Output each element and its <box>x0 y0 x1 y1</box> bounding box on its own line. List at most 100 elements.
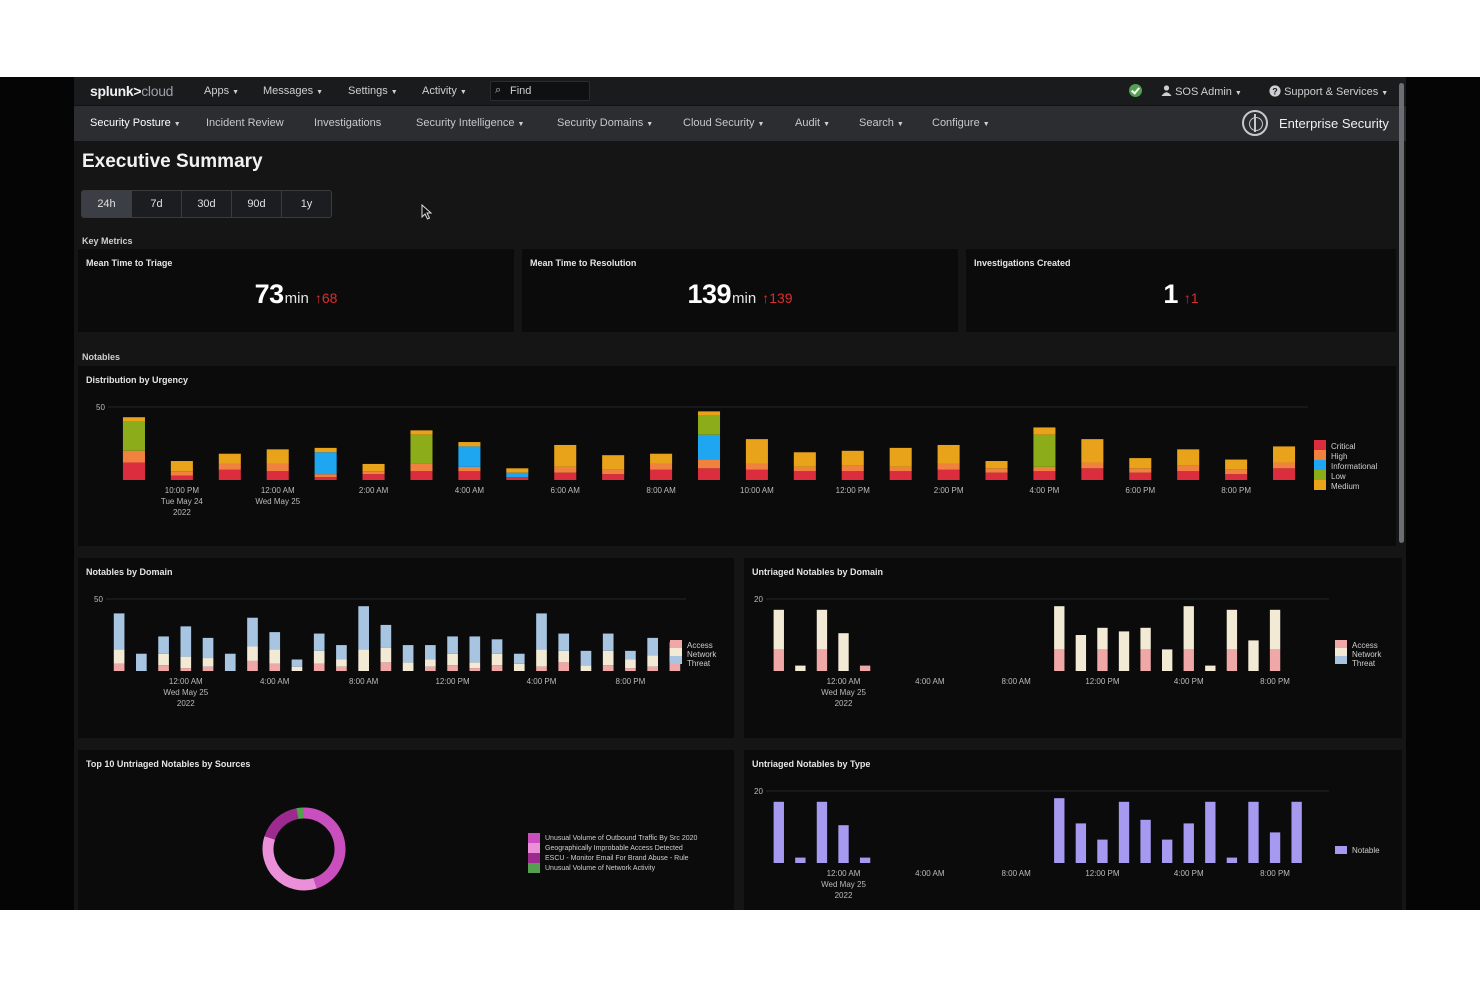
bar-segment <box>1225 474 1248 480</box>
notables-label: Notables <box>82 352 121 362</box>
untriaged-domain-chart: 20 12:00 AM Wed May 25 2022 4:00 AM 8:00 AM 12… <box>754 595 1382 708</box>
legend-label: Network <box>1352 650 1382 659</box>
menu-apps-label: Apps <box>204 85 230 97</box>
nav-label: Search <box>859 117 894 129</box>
x-tick-label: 8:00 PM <box>1221 486 1251 495</box>
bar-segment <box>513 663 525 671</box>
splunk-logo[interactable]: splunk>cloud <box>90 83 173 99</box>
menu-settings[interactable]: Settings ▼ <box>348 85 398 97</box>
range-7d-button[interactable]: 7d <box>132 191 182 217</box>
range-30d-button[interactable]: 30d <box>182 191 232 217</box>
sources-donut-chart: Unusual Volume of Outbound Traffic By Sr… <box>262 807 698 891</box>
nav-audit[interactable]: Audit ▼ <box>795 117 830 129</box>
bar-segment <box>1033 434 1056 467</box>
x-tick-label: 12:00 AM <box>827 869 861 878</box>
find-placeholder: Find <box>510 85 532 97</box>
nav-security-posture[interactable]: Security Posture ▼ <box>90 117 181 129</box>
chevron-down-icon: ▼ <box>517 121 525 128</box>
metric-value: 1 <box>1163 279 1178 309</box>
bar-segment <box>314 452 337 475</box>
bar-segment <box>1097 839 1108 863</box>
legend-swatch <box>670 640 682 648</box>
urgency-chart: 50 10:00 PM Tue May 24 2022 12:00 AM Wed May … <box>96 403 1377 517</box>
bar-segment <box>506 468 529 473</box>
metric-delta-value: 1 <box>1190 290 1199 306</box>
range-1y-button[interactable]: 1y <box>282 191 331 217</box>
bar-segment <box>513 653 525 664</box>
find-input[interactable]: ⌕ Find <box>490 81 590 101</box>
bar-segment <box>291 666 303 671</box>
bar-segment <box>469 662 481 669</box>
svg-text:?: ? <box>1272 86 1278 96</box>
bar-segment <box>202 637 214 659</box>
bar-segment <box>793 452 816 467</box>
bar-segment <box>1075 635 1087 671</box>
x-tick-label: 12:00 AM <box>261 486 295 495</box>
bar-segment <box>358 649 369 671</box>
range-90d-button[interactable]: 90d <box>232 191 282 217</box>
bar-segment <box>410 463 433 472</box>
metric-delta: ↑1 <box>1184 290 1199 306</box>
menu-messages[interactable]: Messages ▼ <box>263 85 323 97</box>
nav-investigations[interactable]: Investigations <box>314 117 381 129</box>
scrollbar[interactable] <box>1399 83 1404 543</box>
bar-segment <box>218 453 241 464</box>
bar-segment <box>269 632 281 650</box>
nav-security-intelligence[interactable]: Security Intelligence ▼ <box>416 117 524 129</box>
bar-segment <box>1081 439 1104 463</box>
bar-segment <box>889 447 912 467</box>
bar-segment <box>841 450 864 466</box>
check-circle-icon[interactable] <box>1129 84 1142 97</box>
bar-segment <box>937 463 960 470</box>
app-name[interactable]: Enterprise Security <box>1279 116 1389 131</box>
bar-segment <box>985 472 1008 480</box>
x-tick-label: 4:00 PM <box>527 677 557 686</box>
nav-cloud-security[interactable]: Cloud Security ▼ <box>683 117 764 129</box>
bar-segment <box>602 469 625 475</box>
key-metrics-label: Key Metrics <box>82 236 133 246</box>
x-tick-label: 12:00 PM <box>435 677 470 686</box>
bar-segment <box>1273 446 1296 463</box>
bar-segment <box>362 463 385 472</box>
nav-configure[interactable]: Configure ▼ <box>932 117 990 129</box>
bar-segment <box>773 649 784 671</box>
nav-incident-review[interactable]: Incident Review <box>206 117 284 129</box>
bar-segment <box>313 633 325 651</box>
menu-activity[interactable]: Activity ▼ <box>422 85 467 97</box>
x-tick-label: 12:00 PM <box>1085 869 1120 878</box>
bar-segment <box>1177 465 1200 472</box>
bar-segment <box>647 637 658 656</box>
bar-segment <box>1205 665 1216 671</box>
bar-segment <box>158 636 169 654</box>
bar-segment <box>1033 427 1056 435</box>
bar-segment <box>1129 468 1152 473</box>
bar-segment <box>1183 606 1194 650</box>
metric-panel-investigations: Investigations Created 1 ↑1 <box>966 249 1396 332</box>
nav-search[interactable]: Search ▼ <box>859 117 904 129</box>
user-menu[interactable]: SOS Admin ▼ <box>1161 85 1242 98</box>
x-tick-label: 10:00 PM <box>165 486 200 495</box>
bar-segment <box>795 665 806 671</box>
bar-segment <box>313 663 325 671</box>
x-tick-label: 8:00 PM <box>1260 677 1290 686</box>
bar-segment <box>410 471 433 480</box>
chevron-down-icon: ▼ <box>1381 90 1389 97</box>
legend-swatch <box>1314 470 1326 480</box>
bar-segment <box>469 668 481 671</box>
nav-security-domains[interactable]: Security Domains ▼ <box>557 117 653 129</box>
bar-segment <box>170 475 193 480</box>
legend-swatch <box>1335 846 1347 854</box>
chevron-down-icon: ▼ <box>390 89 398 96</box>
range-24h-button[interactable]: 24h <box>82 191 132 217</box>
legend-swatch <box>670 656 682 664</box>
bar-segment <box>314 474 337 478</box>
menu-apps[interactable]: Apps ▼ <box>204 85 239 97</box>
metric-value-group: 139min ↑139 <box>522 279 958 310</box>
bar-segment <box>816 609 828 650</box>
nav-label: Configure <box>932 117 980 129</box>
x-tick-label: Wed May 25 <box>255 497 300 506</box>
support-menu[interactable]: ? Support & Services ▼ <box>1269 85 1388 98</box>
globe-icon[interactable] <box>1242 110 1268 136</box>
bar-segment <box>1097 649 1108 671</box>
x-tick-label: 8:00 PM <box>616 677 646 686</box>
